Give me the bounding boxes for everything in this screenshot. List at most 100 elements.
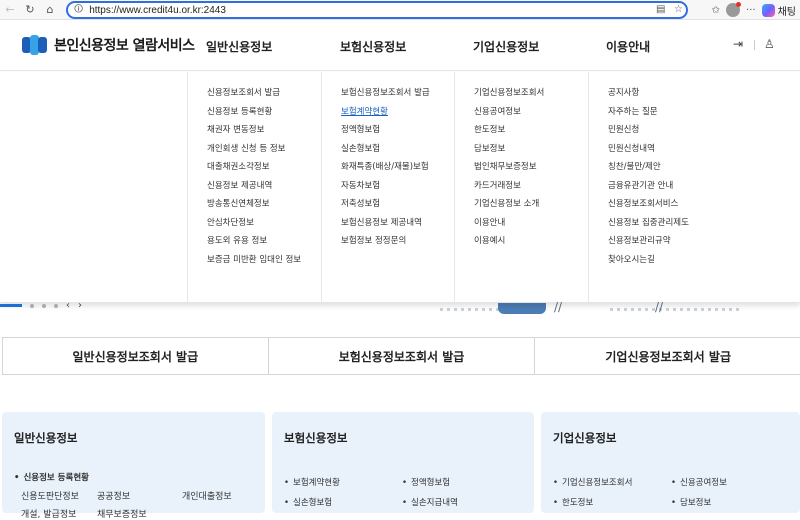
menu-item[interactable]: 신용정보관리규약 [589,232,800,251]
site-info-icon[interactable]: 🛈 [74,2,83,18]
slider-next-icon[interactable]: › [78,300,82,311]
card-link[interactable]: 보험계약현황 [284,476,340,488]
menu-column-general: 신용정보조회서 발급 신용정보 등록현황 채권자 변동정보 개인회생 신청 등 … [187,72,321,302]
card-link[interactable]: 실손형보험 [284,496,332,508]
menu-column-guide: 공지사항 자주하는 질문 민원신청 민원신청내역 칭찬/불만/제안 금융유관기관… [588,72,800,302]
menu-item[interactable]: 신용공여정보 [455,103,588,122]
menu-item[interactable]: 신용정보 집중관리제도 [589,214,800,233]
menu-item[interactable]: 정액형보험 [322,121,454,140]
menu-item[interactable]: 채권자 변동정보 [188,121,321,140]
menu-item[interactable]: 보험신용정보 제공내역 [322,214,454,233]
mega-menu: 신용정보조회서 발급 신용정보 등록현황 채권자 변동정보 개인회생 신청 등 … [0,72,800,303]
menu-item-active[interactable]: 보험계약현황 [322,103,454,122]
menu-item[interactable]: 기업신용정보조회서 [455,84,588,103]
card-link[interactable]: 신용도판단정보 [21,489,79,502]
favorites-icon[interactable]: ✩ [712,5,720,16]
slider-active-indicator[interactable] [0,304,22,307]
slider-dot[interactable] [42,303,46,308]
cis-logo-icon [22,35,48,55]
site-logo[interactable]: 본인신용정보 열람서비스 [22,35,195,55]
card-link[interactable]: 개설, 발급정보 [21,507,76,520]
menu-item[interactable]: 한도정보 [455,121,588,140]
card-link[interactable]: 채무보증정보 [97,507,147,520]
menu-column-insurance: 보험신용정보조회서 발급 보험계약현황 정액형보험 실손형보험 화재특종(배상/… [321,72,454,302]
menu-item[interactable]: 신용정보 제공내역 [188,177,321,196]
menu-item[interactable]: 기업신용정보 소개 [455,195,588,214]
menu-column-corporate: 기업신용정보조회서 신용공여정보 한도정보 담보정보 법인채무보증정보 카드거래… [454,72,588,302]
card-corporate: 기업신용정보 기업신용정보조회서 신용공여정보 한도정보 담보정보 [541,412,800,513]
menu-item[interactable]: 법인채무보증정보 [455,158,588,177]
favorite-star-icon[interactable]: ☆ [674,4,683,15]
card-title: 기업신용정보 [553,431,617,445]
card-link[interactable]: 기업신용정보조회서 [553,476,632,488]
copilot-label: 채팅 [777,6,796,18]
menu-item[interactable]: 보험정보 정정문의 [322,232,454,251]
card-link[interactable]: 공공정보 [97,489,130,502]
menu-item[interactable]: 자동차보험 [322,177,454,196]
corporate-report-issue-button[interactable]: 기업신용정보조회서 발급 [535,337,800,375]
gnb-corporate[interactable]: 기업신용정보 [473,38,539,55]
slider-dot[interactable] [30,303,34,308]
menu-item[interactable]: 신용정보조회서 발급 [188,84,321,103]
copilot-button[interactable]: 채팅 [761,3,796,18]
menu-item[interactable]: 이용안내 [455,214,588,233]
banner-decoration [610,308,740,311]
menu-item[interactable]: 담보정보 [455,140,588,159]
card-link[interactable]: 실손지급내역 [402,496,458,508]
banner-slash-mark: // [655,300,664,314]
menu-item[interactable]: 금융유관기관 안내 [589,177,800,196]
card-link[interactable]: 담보정보 [671,496,711,508]
menu-item[interactable]: 칭찬/불만/제안 [589,158,800,177]
card-link[interactable]: 신용공여정보 [671,476,727,488]
card-title: 보험신용정보 [284,431,348,445]
issue-buttons: 일반신용정보조회서 발급 보험신용정보조회서 발급 기업신용정보조회서 발급 [2,337,800,375]
gnb-general[interactable]: 일반신용정보 [206,38,272,55]
url-text[interactable]: https://www.credit4u.or.kr:2443 [89,5,226,16]
menu-item[interactable]: 대출채권소각정보 [188,158,321,177]
card-link[interactable]: 한도정보 [553,496,593,508]
banner-slider-controls: ‹ › [0,300,82,311]
slider-prev-icon[interactable]: ‹ [66,300,70,311]
home-icon[interactable]: ⌂ [40,0,60,20]
logo-text: 본인신용정보 열람서비스 [54,38,195,54]
address-bar[interactable]: 🛈 https://www.credit4u.or.kr:2443 ▤ ☆ [66,1,688,19]
more-icon[interactable]: ··· [746,5,756,16]
menu-item[interactable]: 저축성보험 [322,195,454,214]
browser-right-controls: ✩ ··· 채팅 [712,0,800,20]
insurance-report-issue-button[interactable]: 보험신용정보조회서 발급 [268,337,536,375]
menu-item[interactable]: 방송통신연체정보 [188,195,321,214]
gnb-guide[interactable]: 이용안내 [606,38,650,55]
menu-item[interactable]: 용도외 유용 정보 [188,232,321,251]
reader-view-icon[interactable]: ▤ [656,4,665,15]
menu-item[interactable]: 화재특종(배상/재물)보험 [322,158,454,177]
back-icon[interactable]: ← [0,0,20,20]
menu-item[interactable]: 카드거래정보 [455,177,588,196]
user-icon[interactable]: ♙ [764,37,775,51]
gnb-insurance[interactable]: 보험신용정보 [340,38,406,55]
menu-item[interactable]: 민원신청내역 [589,140,800,159]
profile-avatar[interactable] [726,2,742,17]
login-icon[interactable]: ⇥ [733,37,743,51]
menu-item[interactable]: 이용예시 [455,232,588,251]
menu-item[interactable]: 자주하는 질문 [589,103,800,122]
card-link[interactable]: 정액형보험 [402,476,450,488]
menu-item[interactable]: 개인회생 신청 등 정보 [188,140,321,159]
menu-item[interactable]: 보증금 미반환 임대인 정보 [188,251,321,270]
card-link[interactable]: 신용정보 등록현황 [14,471,89,483]
info-cards: 일반신용정보 신용정보 등록현황 신용도판단정보 공공정보 개인대출정보 개설,… [0,412,800,520]
menu-item[interactable]: 찾아오시는길 [589,251,800,270]
general-report-issue-button[interactable]: 일반신용정보조회서 발급 [2,337,269,375]
menu-item[interactable]: 민원신청 [589,121,800,140]
menu-item[interactable]: 안심차단정보 [188,214,321,233]
card-general: 일반신용정보 신용정보 등록현황 신용도판단정보 공공정보 개인대출정보 개설,… [2,412,265,520]
menu-item[interactable]: 신용정보조회서비스 [589,195,800,214]
menu-item[interactable]: 신용정보 등록현황 [188,103,321,122]
menu-item[interactable]: 공지사항 [589,84,800,103]
reload-icon[interactable]: ↻ [20,0,40,20]
site-header: 본인신용정보 열람서비스 일반신용정보 보험신용정보 기업신용정보 이용안내 ⇥… [0,21,800,71]
card-title: 일반신용정보 [14,431,78,445]
menu-item[interactable]: 보험신용정보조회서 발급 [322,84,454,103]
slider-dot[interactable] [54,303,58,308]
menu-item[interactable]: 실손형보험 [322,140,454,159]
card-link[interactable]: 개인대출정보 [182,489,232,502]
